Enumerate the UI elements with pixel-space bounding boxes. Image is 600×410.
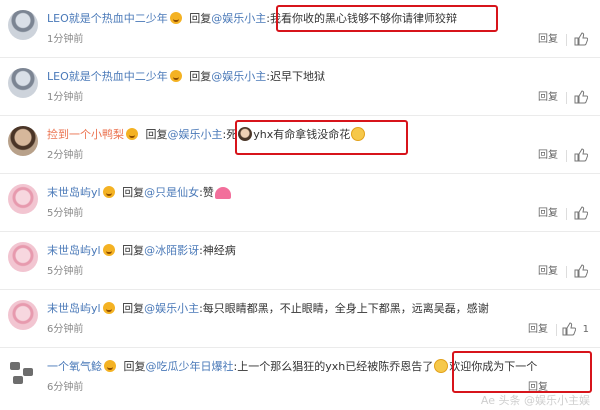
like-icon[interactable]	[574, 148, 588, 162]
reply-button[interactable]: 回复	[538, 149, 558, 163]
comment-text-continued: 欢迎你成为下一个	[449, 360, 538, 373]
laughing-emoji-icon	[351, 127, 366, 141]
watermark-text: Ae 头条 @娱乐小主娱	[480, 394, 590, 407]
vip-badge-icon	[169, 70, 182, 82]
user-avatar[interactable]	[8, 68, 38, 98]
reply-target-link[interactable]: @娱乐小主	[211, 70, 266, 83]
reply-target-link[interactable]: @娱乐小主	[211, 12, 266, 25]
comment-time: 6分钟前	[47, 382, 84, 393]
comment-text: :我看你收的黑心钱够不够你请律师狡辩	[266, 12, 457, 25]
reply-button[interactable]: 回复	[528, 323, 548, 337]
comment-text: :每只眼睛都黑，不止眼睛，全身上下都黑，远离吴磊，感谢	[199, 302, 489, 315]
comment-time: 1分钟前	[47, 34, 84, 45]
like-icon[interactable]	[574, 206, 588, 220]
user-avatar[interactable]	[8, 300, 38, 330]
reply-word: 回复	[122, 302, 145, 315]
reply-target-link[interactable]: @吃瓜少年日爆社	[146, 360, 234, 373]
reply-word: 回复	[122, 244, 145, 257]
comment-item: LEO就是个热血中二少年 回复@娱乐小主:迟早下地狱 1分钟前 回复	[0, 58, 600, 116]
vip-badge-icon	[102, 302, 115, 314]
username-link[interactable]: 末世岛屿yl	[47, 186, 101, 199]
comment-item: 末世岛屿yl 回复@娱乐小主:每只眼睛都黑，不止眼睛，全身上下都黑，远离吴磊，感…	[0, 290, 600, 348]
comment-time: 6分钟前	[47, 324, 84, 335]
divider	[566, 150, 567, 162]
comment-text: :迟早下地狱	[266, 70, 325, 83]
comment-time: 1分钟前	[47, 92, 84, 103]
reply-target-link[interactable]: @娱乐小主	[144, 302, 199, 315]
divider	[566, 266, 567, 278]
comment-time: 5分钟前	[47, 208, 84, 219]
vip-badge-icon	[102, 186, 115, 198]
comment-item: 捡到一个小鸭梨 回复@娱乐小主:死 yhx有命拿钱没命花 2分钟前 回复	[0, 116, 600, 174]
reply-word: 回复	[122, 186, 145, 199]
reply-word: 回复	[189, 12, 212, 25]
reply-word: 回复	[145, 128, 168, 141]
comment-time: 2分钟前	[47, 150, 84, 161]
reply-word: 回复	[123, 360, 146, 373]
like-count: 1	[582, 324, 589, 335]
reply-word: 回复	[189, 70, 212, 83]
divider	[566, 208, 567, 220]
divider	[566, 92, 567, 104]
vip-badge-icon	[102, 244, 115, 256]
divider	[556, 324, 557, 336]
reply-button[interactable]: 回复	[538, 91, 558, 105]
username-link[interactable]: 末世岛屿yl	[47, 244, 101, 257]
username-link[interactable]: 一个氧气鲶	[47, 360, 102, 373]
like-icon[interactable]	[574, 90, 588, 104]
like-icon[interactable]	[574, 264, 588, 278]
vip-badge-icon	[169, 12, 182, 24]
user-avatar[interactable]	[8, 358, 38, 388]
comment-item: 末世岛屿yl 回复@冰陌影讶:神经病 5分钟前 回复	[0, 232, 600, 290]
comment-text: :死	[222, 128, 238, 141]
heart-emoji-icon	[214, 187, 231, 199]
comment-item: LEO就是个热血中二少年 回复@娱乐小主:我看你收的黑心钱够不够你请律师狡辩 1…	[0, 0, 600, 58]
comment-text: :赞	[199, 186, 214, 199]
user-avatar[interactable]	[8, 184, 38, 214]
like-icon[interactable]	[574, 32, 588, 46]
like-icon[interactable]	[562, 322, 576, 336]
user-avatar[interactable]	[8, 126, 38, 156]
vip-badge-icon	[104, 360, 116, 372]
username-link[interactable]: LEO就是个热血中二少年	[47, 12, 168, 25]
user-avatar[interactable]	[8, 242, 38, 272]
comment-text: :神经病	[199, 244, 236, 257]
comment-text-continued: yhx有命拿钱没命花	[253, 128, 351, 141]
reply-button[interactable]: 回复	[538, 207, 558, 221]
reply-target-link[interactable]: @冰陌影讶	[144, 244, 199, 257]
reply-button[interactable]: 回复	[538, 33, 558, 47]
smile-emoji-icon	[434, 359, 449, 373]
vip-badge-icon	[126, 128, 138, 140]
reply-target-link[interactable]: @只是仙女	[144, 186, 199, 199]
reply-button[interactable]: 回复	[538, 265, 558, 279]
divider	[566, 34, 567, 46]
comment-time: 5分钟前	[47, 266, 84, 277]
reply-target-link[interactable]: @娱乐小主	[168, 128, 223, 141]
username-link[interactable]: LEO就是个热血中二少年	[47, 70, 168, 83]
comment-text: :上一个那么猖狂的yxh已经被陈乔恩告了	[233, 360, 434, 373]
girl-emoji-icon	[238, 127, 253, 141]
user-avatar[interactable]	[8, 10, 38, 40]
comment-item: 末世岛屿yl 回复@只是仙女:赞 5分钟前 回复	[0, 174, 600, 232]
username-link[interactable]: 末世岛屿yl	[47, 302, 101, 315]
username-link[interactable]: 捡到一个小鸭梨	[47, 128, 124, 141]
